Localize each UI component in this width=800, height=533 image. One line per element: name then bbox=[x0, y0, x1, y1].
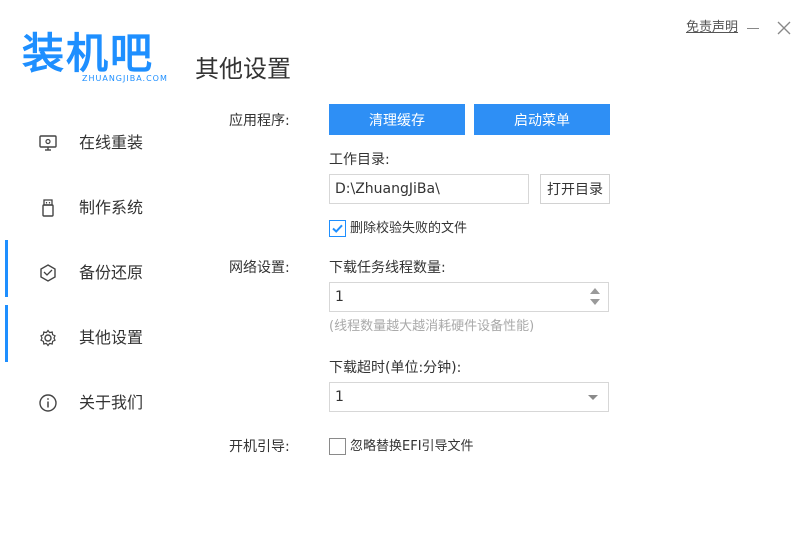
active-indicator bbox=[5, 305, 8, 362]
page-title: 其他设置 bbox=[195, 55, 291, 83]
sidebar-item-label: 备份还原 bbox=[79, 263, 144, 282]
sidebar-item-label: 在线重装 bbox=[79, 133, 144, 152]
clear-cache-button[interactable]: 清理缓存 bbox=[329, 104, 465, 135]
close-icon bbox=[777, 21, 791, 35]
app-logo: 装机吧 ZHUANGJIBA.COM bbox=[22, 30, 167, 92]
timeout-label: 下载超时(单位:分钟): bbox=[329, 360, 462, 376]
delete-failed-label: 删除校验失败的文件 bbox=[350, 221, 468, 236]
network-section-label: 网络设置: bbox=[229, 260, 290, 276]
timeout-dropdown[interactable]: 1 bbox=[329, 382, 609, 412]
threads-decrement-icon[interactable] bbox=[590, 299, 600, 305]
threads-hint: (线程数量越大越消耗硬件设备性能) bbox=[329, 319, 535, 334]
threads-label: 下载任务线程数量: bbox=[329, 260, 446, 276]
close-button[interactable] bbox=[776, 20, 792, 36]
work-dir-input[interactable]: D:\ZhuangJiBa\ bbox=[329, 174, 529, 204]
sidebar-item-about-us[interactable]: 关于我们 bbox=[0, 370, 190, 435]
sidebar-nav: 在线重装 制作系统 备份还原 其他设置 关于我们 bbox=[0, 110, 190, 435]
checkmark-icon bbox=[332, 224, 343, 233]
logo-subtext: ZHUANGJIBA.COM bbox=[82, 74, 168, 83]
restore-cube-icon bbox=[40, 264, 56, 282]
disclaimer-link[interactable]: 免责声明 bbox=[686, 19, 738, 37]
usb-drive-icon bbox=[42, 199, 54, 217]
sidebar-item-label: 关于我们 bbox=[79, 393, 144, 412]
info-circle-icon bbox=[39, 394, 57, 412]
boot-section-label: 开机引导: bbox=[229, 439, 290, 455]
sidebar-item-label: 其他设置 bbox=[79, 328, 144, 347]
threads-increment-icon[interactable] bbox=[590, 288, 600, 294]
sidebar-item-other-settings[interactable]: 其他设置 bbox=[0, 305, 190, 370]
boot-menu-button[interactable]: 启动菜单 bbox=[474, 104, 610, 135]
open-dir-button[interactable]: 打开目录 bbox=[540, 174, 610, 204]
logo-text: 装机吧 bbox=[22, 29, 155, 78]
nav-indicator bbox=[5, 240, 8, 297]
delete-failed-checkbox[interactable] bbox=[329, 220, 346, 237]
sidebar-item-make-system[interactable]: 制作系统 bbox=[0, 175, 190, 240]
minimize-button[interactable] bbox=[745, 20, 761, 36]
threads-spinbox[interactable]: 1 bbox=[329, 282, 609, 312]
work-dir-label: 工作目录: bbox=[329, 152, 390, 168]
apps-section-label: 应用程序: bbox=[229, 113, 290, 129]
monitor-icon bbox=[39, 135, 57, 151]
ignore-efi-checkbox[interactable] bbox=[329, 438, 346, 455]
ignore-efi-label: 忽略替换EFI引导文件 bbox=[350, 439, 474, 454]
gear-icon bbox=[40, 329, 56, 347]
sidebar-item-backup-restore[interactable]: 备份还原 bbox=[0, 240, 190, 305]
sidebar-item-online-reinstall[interactable]: 在线重装 bbox=[0, 110, 190, 175]
sidebar-item-label: 制作系统 bbox=[79, 198, 144, 217]
chevron-down-icon bbox=[588, 395, 598, 400]
